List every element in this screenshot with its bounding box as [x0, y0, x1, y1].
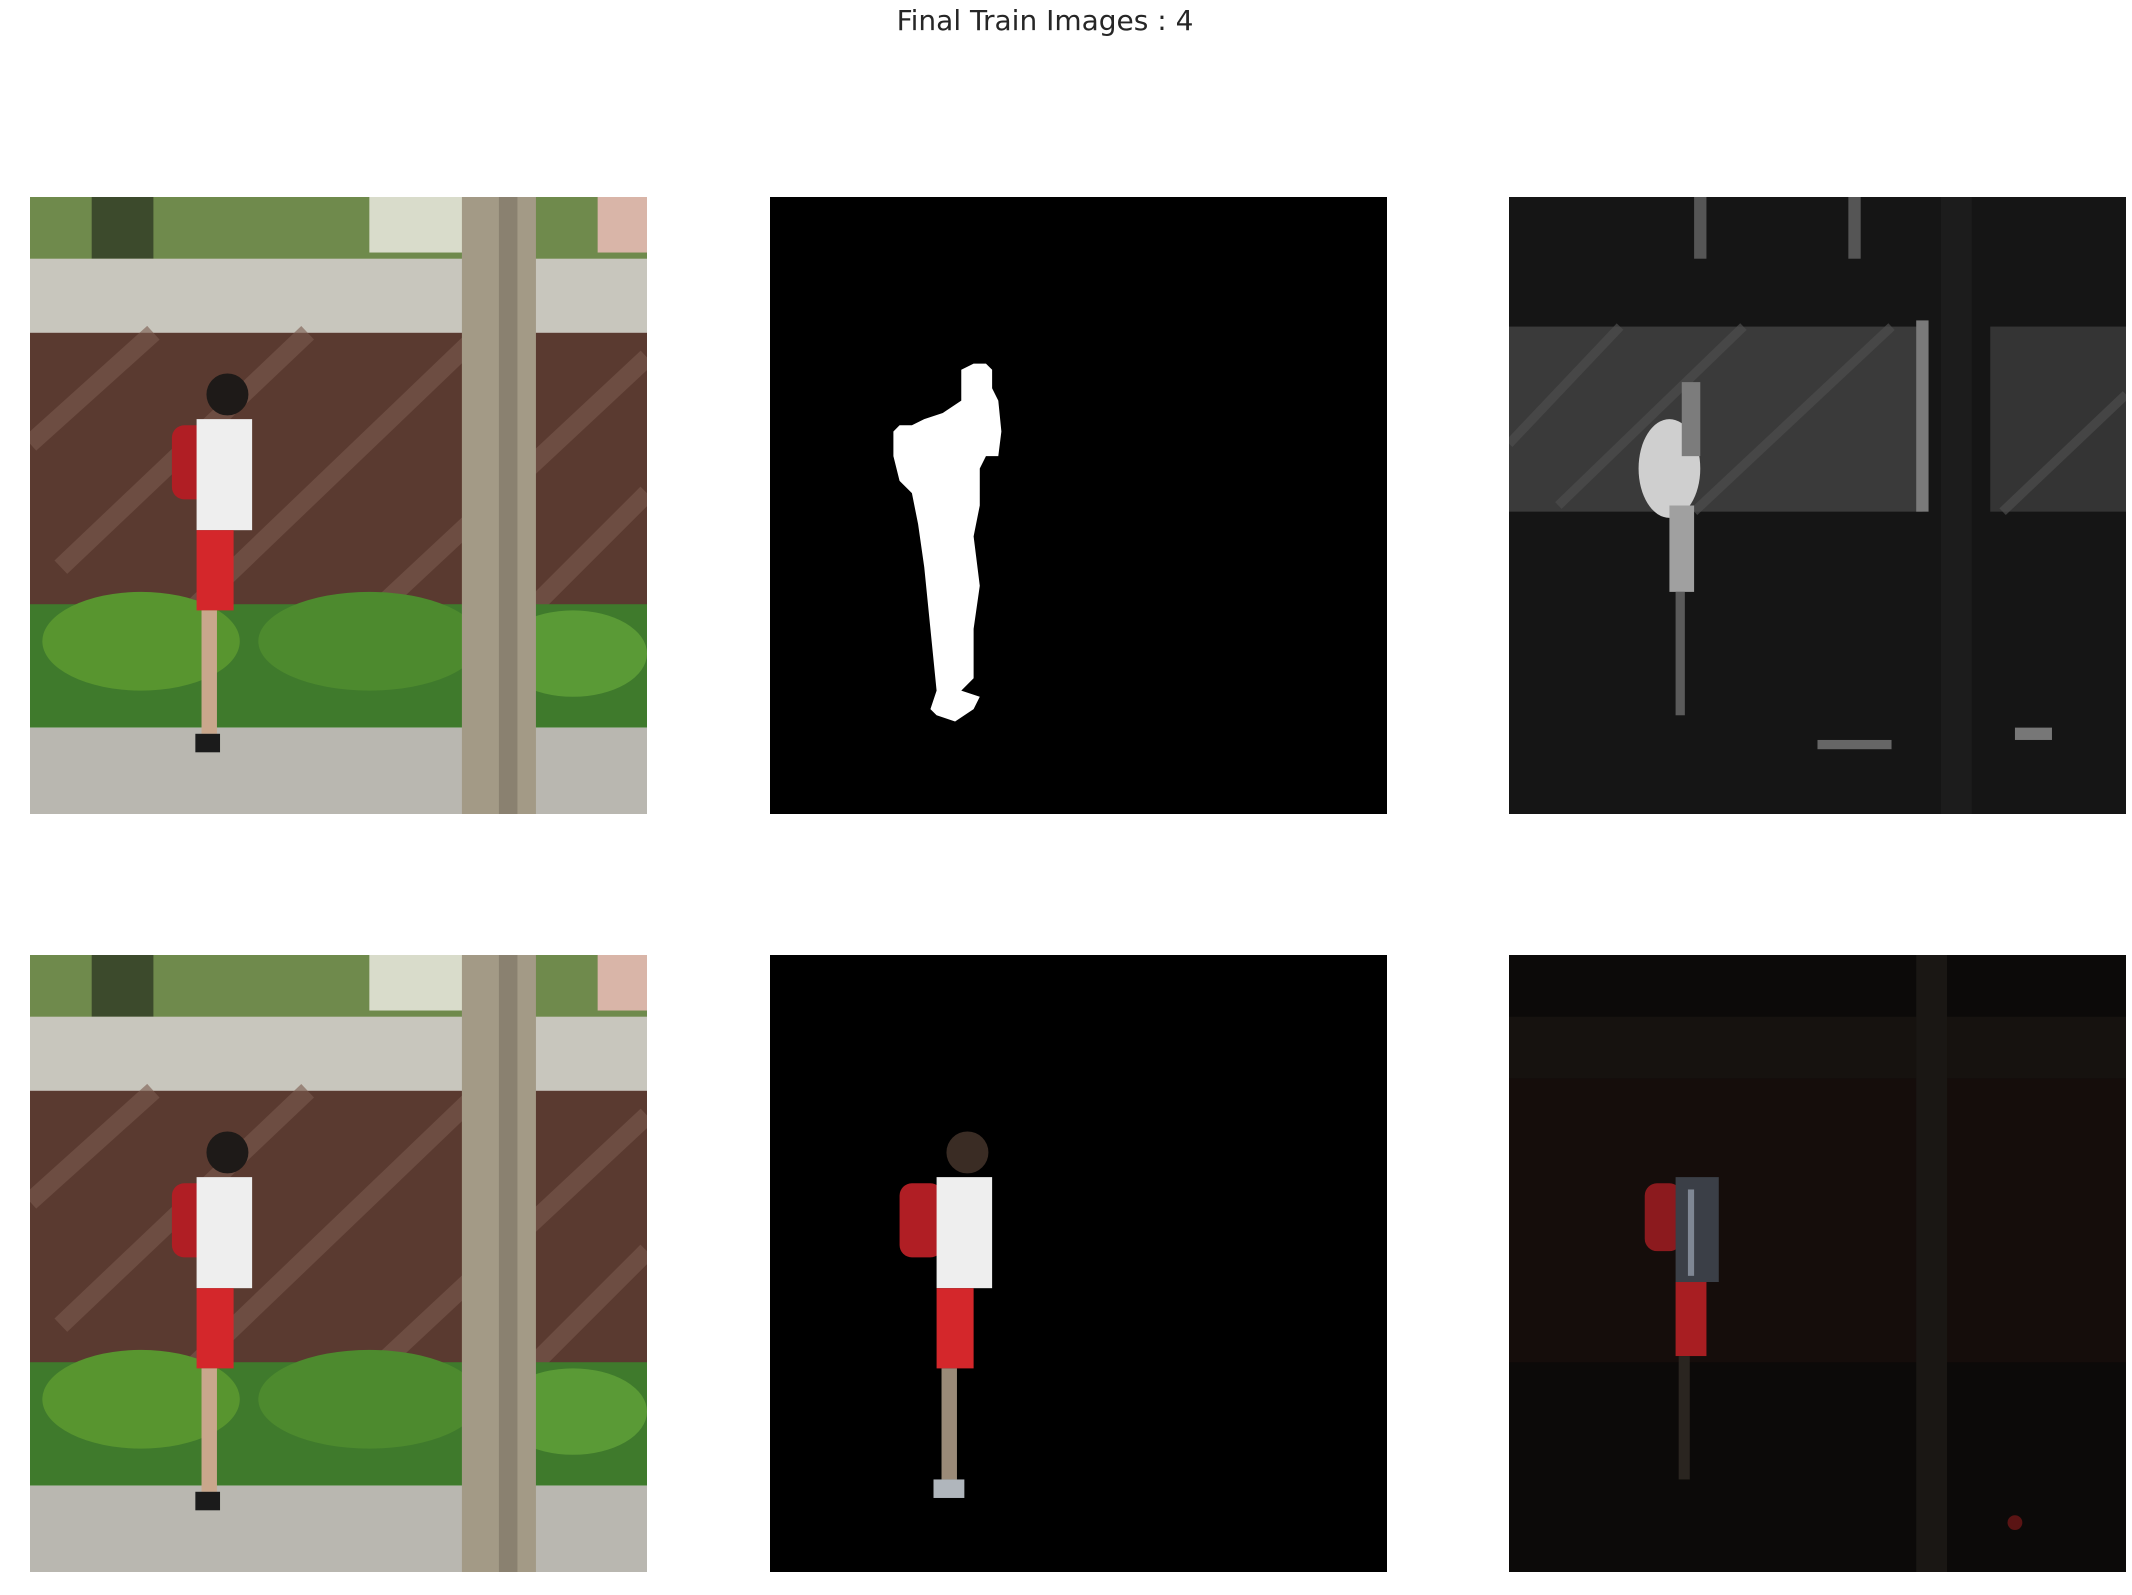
grayscale-prediction-image	[1509, 197, 2126, 814]
panel-original-image-2	[30, 955, 647, 1572]
photo-street-scene	[30, 955, 647, 1572]
panel-predicted-masked-image	[1509, 955, 2126, 1572]
panel-ground-truth-mask	[770, 197, 1387, 814]
panel-grayscale-prediction	[1509, 197, 2126, 814]
panel-original-image	[30, 197, 647, 814]
masked-person	[770, 955, 1387, 1572]
mask-silhouette	[770, 197, 1387, 814]
figure-title: Final Train Images : 4	[896, 4, 1194, 37]
photo-street-scene	[30, 197, 647, 814]
panel-masked-image	[770, 955, 1387, 1572]
predicted-masked-person	[1509, 955, 2126, 1572]
